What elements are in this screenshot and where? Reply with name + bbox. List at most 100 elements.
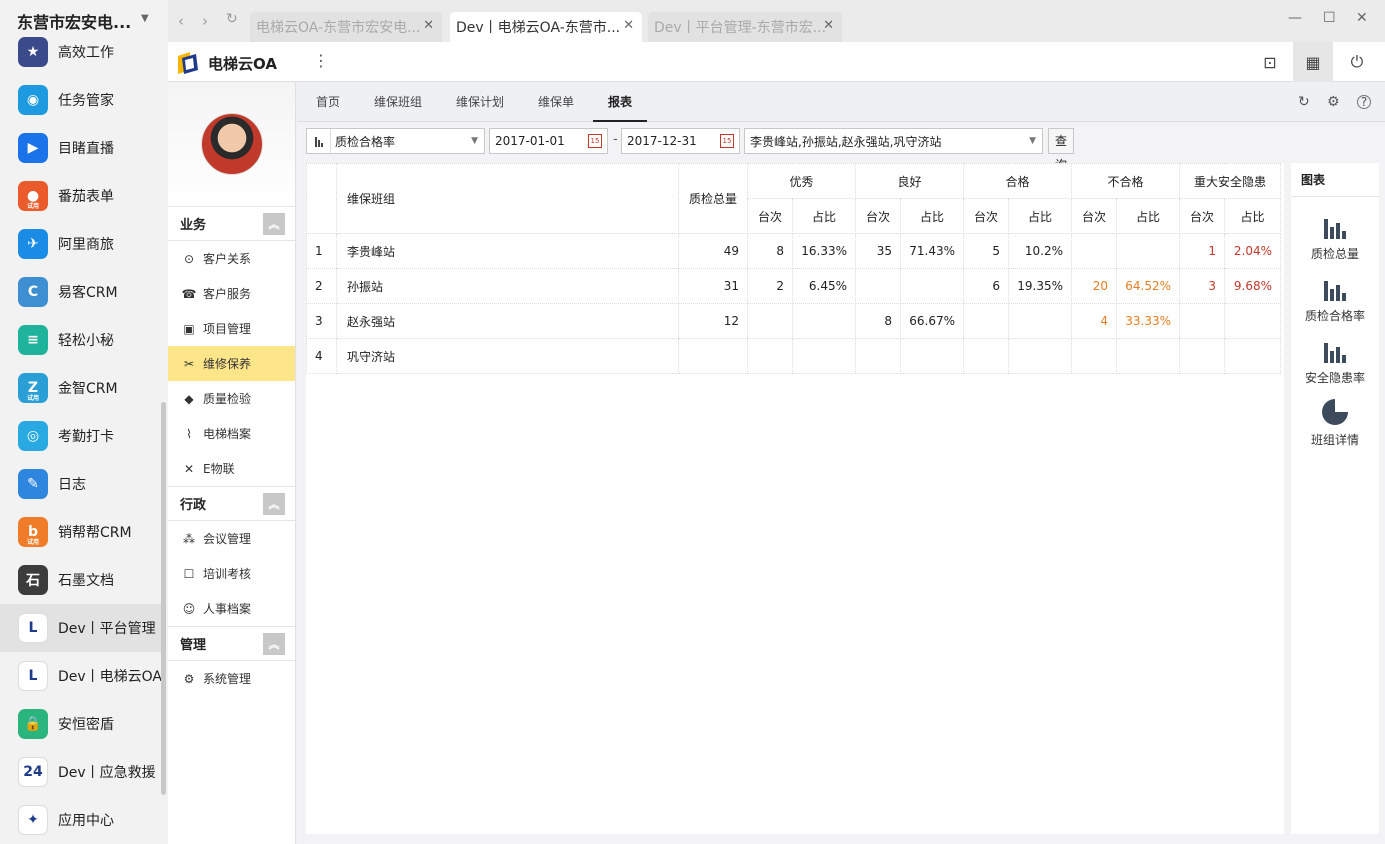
window-close-icon[interactable]: ✕ (1356, 10, 1368, 26)
back-icon[interactable]: ‹ (178, 12, 184, 30)
power-icon[interactable]: ⏻ (1337, 42, 1377, 82)
sub-header-cell: 占比 (900, 198, 964, 234)
tab-reports[interactable]: 报表 (593, 82, 648, 122)
sidebar-item[interactable]: ✂ 维修保养 (168, 346, 295, 381)
value-cell (900, 268, 964, 304)
settings-icon: ⚙ (183, 671, 195, 686)
sidebar-item[interactable]: ⊙ 客户关系 (168, 241, 295, 276)
browser-tab[interactable]: Dev丨平台管理-东营市宏... ✕ (648, 12, 842, 42)
launcher-app[interactable]: 24 Dev丨应急救援 (0, 748, 162, 796)
table-row[interactable]: 2 孙振站 31 2 6.45% 6 19.35% 20 64.52% 3 9.68% (306, 268, 1281, 304)
sidebar-item[interactable]: ☐ 培训考核 (168, 556, 295, 591)
report-grid: 维保班组 质检总量 优秀 良好 合格 不合格 重大安全隐患 台次 占比 台次 占比 台次… (306, 163, 1284, 834)
close-icon[interactable]: ✕ (623, 18, 634, 33)
chart-total-button[interactable]: 质检总量 (1291, 213, 1379, 262)
launcher-app[interactable]: ▶ 目睹直播 (0, 124, 162, 172)
chart-label: 班组详情 (1310, 433, 1359, 447)
launcher-app[interactable]: 🔒 安恒密盾 (0, 700, 162, 748)
launcher-app[interactable]: ✎ 日志 (0, 460, 162, 508)
section-title: 业务 (180, 218, 207, 233)
tab-home[interactable]: 首页 (316, 82, 340, 122)
forward-icon[interactable]: › (202, 12, 208, 30)
app-label: 易客CRM (58, 285, 118, 301)
collapse-icon[interactable]: ︽ (263, 493, 285, 515)
station-select[interactable]: 李贵峰站,孙振站,赵永强站,巩守济站 ▼ (744, 128, 1043, 154)
maximize-icon[interactable]: ☐ (1323, 10, 1336, 26)
refresh-icon[interactable]: ↻ (1298, 94, 1310, 110)
row-index: 3 (306, 303, 337, 339)
headset-icon: ☎ (181, 286, 197, 301)
minimize-icon[interactable]: — (1288, 10, 1302, 26)
sidebar-item[interactable]: ▣ 项目管理 (168, 311, 295, 346)
browser-tab-active[interactable]: Dev丨电梯云OA-东营市... ✕ (450, 12, 642, 42)
help-icon[interactable]: ? (1357, 95, 1371, 109)
report-table: 维保班组 质检总量 优秀 良好 合格 不合格 重大安全隐患 台次 占比 台次 占比 台次… (306, 163, 1281, 374)
apps-grid-icon[interactable]: ▦ (1293, 42, 1333, 82)
avatar[interactable] (201, 113, 263, 175)
app-label: 应用中心 (58, 813, 114, 829)
gear-icon[interactable]: ⚙ (1327, 94, 1340, 110)
chart-team-detail-button[interactable]: 班组详情 (1291, 399, 1379, 448)
launcher-app[interactable]: L Dev丨平台管理 (0, 604, 162, 652)
tab-teams[interactable]: 维保班组 (374, 82, 422, 122)
launcher-app[interactable]: ◉ 任务管家 (0, 76, 162, 124)
station-value: 李贵峰站,孙振站,赵永强站,巩守济站 (750, 134, 942, 149)
collapse-icon[interactable]: ︽ (263, 213, 285, 235)
sidebar-item[interactable]: ⁂ 会议管理 (168, 521, 295, 556)
table-row[interactable]: 3 赵永强站 12 8 66.67% 4 33.33% (306, 303, 1281, 339)
launcher-app[interactable]: b 试用 销帮帮CRM (0, 508, 162, 556)
calendar-icon[interactable]: 15 (588, 134, 602, 148)
table-row[interactable]: 4 巩守济站 (306, 338, 1281, 374)
iot-icon: ✕ (183, 461, 195, 476)
launcher-app[interactable]: ● 试用 番茄表单 (0, 172, 162, 220)
app-icon: ◉ (18, 85, 48, 115)
sidebar-item[interactable]: ☺ 人事档案 (168, 591, 295, 626)
sidebar-item[interactable]: ✕ E物联 (168, 451, 295, 486)
sidebar-item[interactable]: ⌇ 电梯档案 (168, 416, 295, 451)
end-date-input[interactable]: 2017-12-31 15 (621, 128, 740, 154)
launcher-scrollbar[interactable] (161, 402, 166, 795)
collapse-icon[interactable]: ︽ (263, 633, 285, 655)
sub-header-cell: 占比 (1224, 198, 1281, 234)
tab-orders[interactable]: 维保单 (538, 82, 574, 122)
sidebar-item[interactable]: ◆ 质量检验 (168, 381, 295, 416)
launcher-app[interactable]: L Dev丨电梯云OA (0, 652, 162, 700)
launcher-app[interactable]: ✈ 阿里商旅 (0, 220, 162, 268)
app-icon: Z 试用 (18, 373, 48, 403)
tab-plans[interactable]: 维保计划 (456, 82, 504, 122)
calendar-icon[interactable]: 15 (720, 134, 734, 148)
app-label: 番茄表单 (58, 189, 114, 205)
reload-icon[interactable]: ↻ (226, 11, 238, 27)
launcher-app[interactable]: Z 试用 金智CRM (0, 364, 162, 412)
launcher-app[interactable]: 石 石墨文档 (0, 556, 162, 604)
close-icon[interactable]: ✕ (423, 18, 434, 33)
total-cell (678, 338, 748, 374)
more-icon[interactable]: ⋮ (313, 51, 329, 70)
start-date-value: 2017-01-01 (495, 134, 565, 148)
value-cell (900, 338, 964, 374)
close-icon[interactable]: ✕ (823, 18, 834, 33)
value-cell (747, 338, 793, 374)
map-icon[interactable]: ⊡ (1250, 42, 1290, 82)
report-select[interactable]: 质检合格率 ▼ (306, 128, 485, 154)
launcher-app[interactable]: ★ 高效工作 (0, 28, 162, 76)
launcher-app[interactable]: ✦ 应用中心 (0, 796, 162, 844)
chart-hazard-rate-button[interactable]: 安全隐患率 (1291, 337, 1379, 386)
date-separator: - (613, 132, 618, 147)
col-team[interactable]: 维保班组 (336, 163, 679, 234)
launcher-app[interactable]: ◎ 考勤打卡 (0, 412, 162, 460)
sidebar-item[interactable]: ☎ 客户服务 (168, 276, 295, 311)
chart-icon (307, 129, 331, 153)
browser-chrome: ‹ › ↻ 电梯云OA-东营市宏安电... ✕ Dev丨电梯云OA-东营市...… (168, 0, 1385, 42)
app-label: 任务管家 (58, 93, 114, 109)
browser-tab[interactable]: 电梯云OA-东营市宏安电... ✕ (250, 12, 442, 42)
launcher-app[interactable]: C 易客CRM (0, 268, 162, 316)
app-icon: 24 (18, 757, 48, 787)
start-date-input[interactable]: 2017-01-01 15 (489, 128, 608, 154)
table-row[interactable]: 1 李贵峰站 49 8 16.33% 35 71.43% 5 10.2% 1 2.04% (306, 233, 1281, 269)
col-total[interactable]: 质检总量 (678, 163, 748, 234)
sidebar-item[interactable]: ⚙ 系统管理 (168, 661, 295, 696)
query-button[interactable]: 查询 (1048, 128, 1075, 172)
launcher-app[interactable]: ≡ 轻松小秘 (0, 316, 162, 364)
chart-pass-rate-button[interactable]: 质检合格率 (1291, 275, 1379, 324)
